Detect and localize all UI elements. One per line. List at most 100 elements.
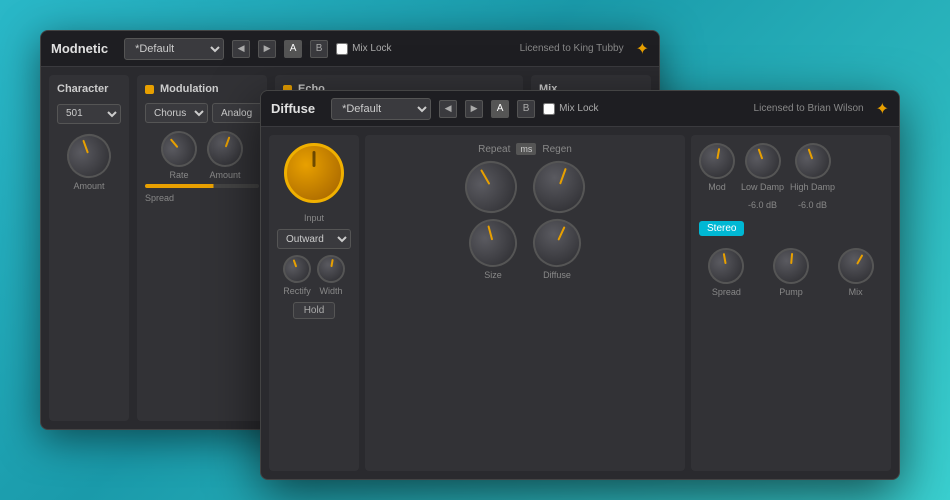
mix-section: Mix	[838, 248, 874, 297]
width-label: Width	[319, 286, 342, 296]
diffuse-knob-group: Diffuse	[533, 219, 581, 280]
diffuse-a-button[interactable]: A	[491, 100, 509, 118]
center-panel: Repeat ms Regen Size	[365, 135, 685, 471]
high-damp-value: -6.0 dB	[798, 200, 827, 210]
diffuse-mix-knob[interactable]	[831, 241, 880, 290]
right-panel: Mod Low Damp -6.0 dB High Damp -6.	[691, 135, 891, 471]
repeat-text: Repeat	[478, 144, 510, 155]
regen-knob-group	[533, 161, 585, 213]
input-label: Input	[277, 213, 351, 223]
top-controls: Mod Low Damp -6.0 dB High Damp -6.	[699, 143, 883, 210]
a-button[interactable]: A	[284, 40, 302, 58]
high-damp-knob[interactable]	[789, 138, 835, 184]
diffuse-b-button[interactable]: B	[517, 100, 535, 118]
modnetic-licensed: Licensed to King Tubby	[520, 43, 624, 54]
pump-section: Pump	[773, 248, 809, 297]
mod-title: Modulation	[160, 83, 219, 95]
low-damp-value: -6.0 dB	[748, 200, 777, 210]
spread-knob[interactable]	[705, 245, 747, 287]
repeat-knob-group	[465, 161, 517, 213]
repeat-regen-knobs	[373, 161, 677, 213]
diffuse-next-button[interactable]: ▶	[465, 100, 483, 118]
diffuse-window: Diffuse *Default ◀ ▶ A B Mix Lock Licens…	[260, 90, 900, 480]
diffuse-licensed: Licensed to Brian Wilson	[754, 103, 864, 114]
hold-button[interactable]: Hold	[293, 302, 336, 319]
size-diffuse-row: Size Diffuse	[373, 219, 677, 280]
character-amount-group: Amount	[57, 134, 121, 191]
diffuse-titlebar: Diffuse *Default ◀ ▶ A B Mix Lock Licens…	[261, 91, 899, 127]
spread-label: Spread	[712, 287, 741, 297]
low-damp-knob[interactable]	[739, 138, 785, 184]
modnetic-titlebar: Modnetic *Default ◀ ▶ A B Mix Lock Licen…	[41, 31, 659, 67]
diffuse-prev-button[interactable]: ◀	[439, 100, 457, 118]
b-button[interactable]: B	[310, 40, 328, 58]
diffuse-title: Diffuse	[271, 101, 315, 116]
reverb-panel: Reverb Stereo Spring Level	[49, 429, 139, 430]
next-preset-button[interactable]: ▶	[258, 40, 276, 58]
diffuse-body: Input Outward Rectify Width Hold	[261, 127, 899, 479]
character-panel: Character 501 Amount	[49, 75, 129, 421]
prev-preset-button[interactable]: ◀	[232, 40, 250, 58]
pump-knob[interactable]	[771, 246, 810, 285]
mod-knob[interactable]	[696, 140, 738, 182]
diffuse-logo-icon: ✦	[876, 99, 889, 119]
pump-label: Pump	[779, 287, 803, 297]
mix-lock-group: Mix Lock	[336, 43, 391, 55]
rectify-knob[interactable]	[279, 251, 315, 287]
mod-amount-group: Amount	[207, 131, 243, 180]
mod-amount-label: Amount	[209, 170, 240, 180]
character-preset-dropdown[interactable]: 501	[57, 104, 121, 124]
diffuse-label: Diffuse	[543, 270, 571, 280]
size-label: Size	[484, 270, 502, 280]
character-header: Character	[57, 83, 121, 95]
mod-type-dropdown[interactable]: Chorus	[145, 103, 208, 123]
diffuse-mix-lock-checkbox[interactable]	[543, 103, 555, 115]
regen-knob[interactable]	[526, 154, 593, 221]
width-group: Width	[317, 255, 345, 296]
mod-knobs: Rate Amount	[145, 131, 259, 180]
low-damp-label: Low Damp	[741, 182, 784, 192]
mod-header: Modulation	[145, 83, 259, 95]
mod-rate-group: Rate	[161, 131, 197, 180]
low-damp-section: Low Damp -6.0 dB	[741, 143, 784, 210]
mod-rate-label: Rate	[169, 170, 188, 180]
stereo-button[interactable]: Stereo	[699, 221, 744, 236]
modulation-panel: Modulation Chorus Analog Rate	[137, 75, 267, 421]
mod-amount-knob[interactable]	[202, 126, 248, 172]
modnetic-logo-icon: ✦	[636, 39, 649, 59]
rectify-group: Rectify	[283, 255, 311, 296]
high-damp-section: High Damp -6.0 dB	[790, 143, 835, 210]
mix-lock-checkbox[interactable]	[336, 43, 348, 55]
size-knob-group: Size	[469, 219, 517, 280]
mod-led[interactable]	[145, 85, 154, 94]
bottom-knobs: Spread Pump Mix	[699, 248, 883, 297]
mod-dropdowns: Chorus Analog	[145, 103, 259, 123]
high-damp-label: High Damp	[790, 182, 835, 192]
input-panel: Input Outward Rectify Width Hold	[269, 135, 359, 471]
spread-section: Spread	[708, 248, 744, 297]
diffuse-preset-dropdown[interactable]: *Default	[331, 98, 431, 120]
width-knob[interactable]	[315, 253, 347, 285]
stereo-row: Stereo	[699, 218, 883, 236]
size-knob[interactable]	[464, 214, 523, 273]
character-title: Character	[57, 83, 108, 95]
input-main-knob[interactable]	[284, 143, 344, 203]
repeat-knob[interactable]	[455, 151, 526, 222]
spread-label: Spread	[145, 193, 174, 203]
regen-text: Regen	[542, 144, 571, 155]
mod-rate-knob[interactable]	[154, 124, 205, 175]
modnetic-preset-dropdown[interactable]: *Default	[124, 38, 224, 60]
character-amount-knob[interactable]	[61, 127, 117, 183]
mix-lock-label: Mix Lock	[352, 43, 391, 54]
mod-section: Mod	[699, 143, 735, 192]
diffuse-knob[interactable]	[525, 211, 589, 275]
ms-badge: ms	[516, 143, 536, 155]
mix-label: Mix	[849, 287, 863, 297]
diffuse-mix-lock-group: Mix Lock	[543, 103, 598, 115]
outward-dropdown[interactable]: Outward	[277, 229, 351, 249]
diffuse-mix-lock-label: Mix Lock	[559, 103, 598, 114]
rectify-label: Rectify	[283, 286, 311, 296]
repeat-row: Repeat ms Regen	[373, 143, 677, 155]
input-small-knobs: Rectify Width	[277, 255, 351, 296]
modnetic-title: Modnetic	[51, 41, 108, 56]
